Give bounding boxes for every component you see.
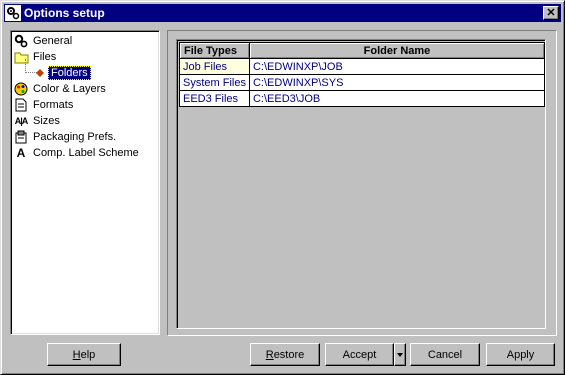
page-icon <box>13 97 29 113</box>
folder-icon <box>13 49 29 65</box>
folder-name-cell[interactable]: C:\EED3\JOB <box>248 90 546 107</box>
accept-button[interactable]: Accept <box>325 343 394 366</box>
chevron-down-icon <box>397 352 403 357</box>
options-tree[interactable]: General Files Folders Color & Layers For… <box>10 30 160 335</box>
close-button[interactable]: ✕ <box>543 6 559 20</box>
restore-button[interactable]: Restore <box>250 343 320 366</box>
accept-dropdown-button[interactable] <box>394 343 406 366</box>
tree-item-color-layers[interactable]: Color & Layers <box>13 81 106 97</box>
letter-a-icon: A <box>16 146 26 160</box>
table-row[interactable]: EED3 Files C:\EED3\JOB <box>179 90 546 107</box>
palette-icon <box>13 81 29 97</box>
window-title: Options setup <box>24 6 105 20</box>
apply-button[interactable]: Apply <box>486 343 555 366</box>
file-type-cell[interactable]: EED3 Files <box>179 90 250 107</box>
table-row[interactable]: Job Files C:\EDWINXP\JOB <box>179 58 546 75</box>
tree-item-formats[interactable]: Formats <box>13 97 73 113</box>
folders-table: File Types Folder Name Job Files C:\EDWI… <box>179 42 546 107</box>
cancel-button[interactable]: Cancel <box>410 343 480 366</box>
tree-item-general[interactable]: General <box>13 33 72 49</box>
table-row[interactable]: System Files C:\EDWINXP\SYS <box>179 74 546 91</box>
close-icon: ✕ <box>546 6 556 19</box>
column-header-file-types[interactable]: File Types <box>179 42 250 59</box>
tree-connector <box>25 59 26 73</box>
file-types-grid[interactable]: File Types Folder Name Job Files C:\EDWI… <box>176 39 546 329</box>
folder-name-cell[interactable]: C:\EDWINXP\SYS <box>248 74 546 91</box>
tree-item-sizes[interactable]: A|A Sizes <box>13 113 60 129</box>
file-type-cell[interactable]: Job Files <box>179 58 250 75</box>
folders-panel: File Types Folder Name Job Files C:\EDWI… <box>167 30 557 336</box>
tree-item-files[interactable]: Files <box>13 49 56 65</box>
folder-name-cell[interactable]: C:\EDWINXP\JOB <box>248 58 546 75</box>
package-icon <box>13 129 29 145</box>
file-type-cell[interactable]: System Files <box>179 74 250 91</box>
table-header-row: File Types Folder Name <box>179 42 546 59</box>
tree-item-folders[interactable]: Folders <box>35 65 91 81</box>
options-dialog: Options setup ✕ General Files Folders Co… <box>0 0 565 375</box>
title-bar[interactable]: Options setup ✕ <box>4 4 561 22</box>
gear-icon <box>13 33 29 49</box>
tree-item-packaging-prefs[interactable]: Packaging Prefs. <box>13 129 116 145</box>
help-button[interactable]: Help <box>47 343 121 366</box>
column-header-folder-name[interactable]: Folder Name <box>248 42 546 59</box>
sizes-icon: A|A <box>14 116 29 126</box>
diamond-icon <box>35 65 45 81</box>
tree-item-comp-label-scheme[interactable]: A Comp. Label Scheme <box>13 145 139 161</box>
app-gear-icon <box>5 5 21 21</box>
